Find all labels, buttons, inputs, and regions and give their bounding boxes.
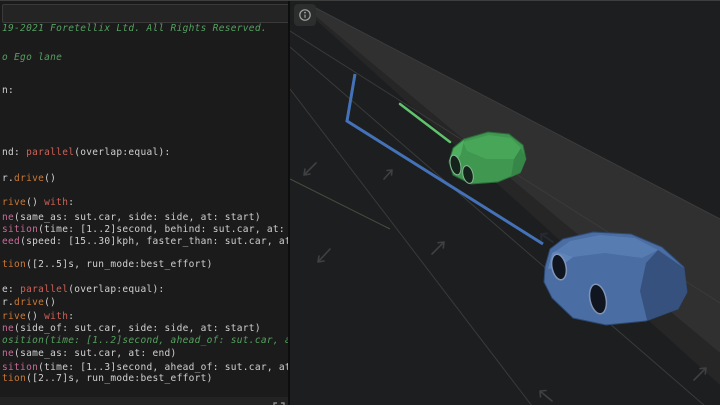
code-line: tion([2..5]s, run_mode:best_effort)	[2, 259, 213, 270]
code-line: nd: parallel(overlap:equal):	[2, 147, 171, 158]
code-token: r.	[2, 297, 15, 308]
blue-car-heading-arrow	[540, 232, 554, 243]
code-token: o Ego lane	[2, 52, 63, 63]
code-token: 19-2021 Foretellix Ltd. All Rights Reser…	[2, 23, 267, 34]
code-token: parallel	[26, 147, 75, 158]
editor-footer	[0, 397, 288, 405]
code-token: (speed: [15..30]kph, faster_than: sut.ca…	[20, 236, 290, 247]
code-token: eed	[2, 236, 21, 247]
info-icon	[298, 8, 312, 22]
code-line: rive() with:	[2, 311, 74, 322]
code-token: (side_of: sut.car, side: side, at: start…	[14, 323, 261, 334]
code-token: rive	[2, 197, 27, 208]
code-line: ne(side_of: sut.car, side: side, at: sta…	[2, 323, 261, 334]
code-line: r.drive()	[2, 173, 56, 184]
code-line: ne(same_as: sut.car, side: side, at: sta…	[2, 212, 261, 223]
code-token: drive	[14, 297, 45, 308]
code-token: osition(time: [1..2]second, ahead_of: su…	[2, 335, 288, 346]
code-token: (same_as: sut.car, at: end)	[14, 348, 177, 359]
pale-edge-line	[290, 178, 391, 230]
code-token: (overlap:equal):	[68, 284, 165, 295]
scenario-code-area[interactable]: 19-2021 Foretellix Ltd. All Rights Reser…	[0, 1, 288, 405]
code-token: :	[68, 197, 75, 208]
code-line: e: parallel(overlap:equal):	[2, 284, 165, 295]
code-token: parallel	[20, 284, 69, 295]
road-scene	[290, 4, 720, 405]
code-token: (time: [1..2]second, behind: sut.car, at…	[38, 224, 285, 235]
code-token: with	[44, 311, 69, 322]
code-line: o Ego lane	[2, 52, 62, 63]
code-token: tion	[2, 259, 27, 270]
code-token: e:	[2, 284, 21, 295]
code-line: tion([2..7]s, run_mode:best_effort)	[2, 373, 213, 384]
code-token: sition	[2, 224, 39, 235]
code-token: drive	[14, 173, 45, 184]
code-token: ()	[44, 297, 57, 308]
code-line: sition(time: [1..3]second, ahead_of: sut…	[2, 362, 288, 373]
code-token: nd:	[2, 147, 27, 158]
code-token: rive	[2, 311, 27, 322]
code-token: n:	[2, 85, 15, 96]
code-line: eed(speed: [15..30]kph, faster_than: sut…	[2, 236, 290, 247]
3d-viewport[interactable]	[290, 1, 720, 405]
scenario-editor-panel: 19-2021 Foretellix Ltd. All Rights Reser…	[0, 1, 290, 405]
code-token: ()	[44, 173, 57, 184]
code-token: ne	[2, 212, 15, 223]
code-token: ()	[26, 197, 45, 208]
code-token: ()	[26, 311, 45, 322]
code-token: ne	[2, 323, 15, 334]
code-line: sition(time: [1..2]second, behind: sut.c…	[2, 224, 288, 235]
info-button[interactable]	[294, 4, 316, 26]
code-line: ne(same_as: sut.car, at: end)	[2, 348, 177, 359]
code-line: 19-2021 Foretellix Ltd. All Rights Reser…	[2, 23, 267, 34]
code-line: osition(time: [1..2]second, ahead_of: su…	[2, 335, 288, 346]
code-line: r.drive()	[2, 297, 56, 308]
code-line: rive() with:	[2, 197, 74, 208]
code-token: r.	[2, 173, 15, 184]
code-token: ne	[2, 348, 15, 359]
code-token: (overlap:equal):	[74, 147, 171, 158]
code-token: (time: [1..3]second, ahead_of: sut.car, …	[38, 362, 288, 373]
application-window: 19-2021 Foretellix Ltd. All Rights Reser…	[0, 0, 720, 405]
code-token: ([2..5]s, run_mode:best_effort)	[26, 259, 213, 270]
code-token: (same_as: sut.car, side: side, at: start…	[14, 212, 261, 223]
code-token: sition	[2, 362, 39, 373]
code-line: n:	[2, 85, 14, 96]
code-token: with	[44, 197, 69, 208]
expand-icon[interactable]	[273, 399, 285, 405]
code-token: ([2..7]s, run_mode:best_effort)	[26, 373, 213, 384]
code-token: :	[68, 311, 75, 322]
code-token: tion	[2, 373, 27, 384]
